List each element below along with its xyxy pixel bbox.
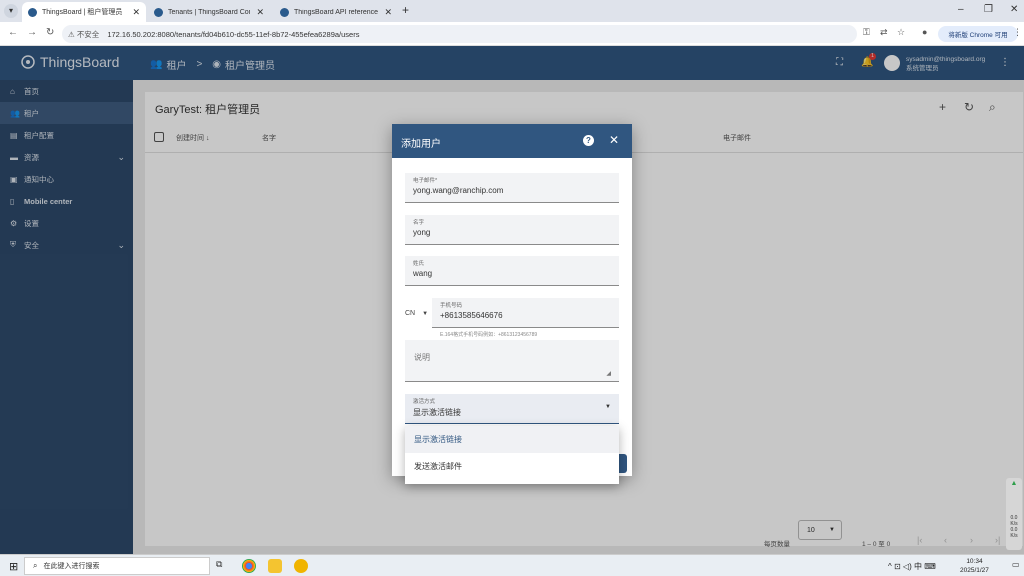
email-field[interactable]: 电子邮件* yong.wang@ranchip.com: [405, 173, 619, 203]
chrome-menu-icon[interactable]: ⋮: [1013, 27, 1022, 38]
notification-center-icon[interactable]: ▭: [1012, 560, 1020, 569]
back-arrow-icon[interactable]: ←: [8, 27, 18, 38]
thingsboard-favicon-icon: [28, 7, 37, 17]
close-icon[interactable]: ✕: [609, 133, 619, 147]
profile-icon[interactable]: ●: [922, 27, 927, 37]
taskbar-search[interactable]: ⌕ 在此键入进行搜索: [24, 557, 210, 575]
app-icon[interactable]: [294, 559, 308, 573]
dialog-header: 添加用户 ? ✕: [392, 124, 632, 158]
option-show-activation-link[interactable]: 显示激活链接: [405, 426, 619, 453]
upload-arrow-icon: ▲: [1010, 480, 1018, 487]
windows-start-icon[interactable]: ⊞: [9, 560, 18, 573]
forward-arrow-icon[interactable]: →: [27, 27, 37, 38]
first-name-field[interactable]: 名字 yong: [405, 215, 619, 245]
thingsboard-favicon-icon: [280, 7, 289, 17]
chevron-up-icon[interactable]: ^: [888, 562, 892, 571]
country-code-select[interactable]: CN ▼: [405, 310, 428, 317]
browser-tab-0[interactable]: ThingsBoard | 租户管理员 ✕: [22, 2, 146, 22]
minimize-button[interactable]: –: [958, 4, 964, 15]
option-send-activation-email[interactable]: 发送激活邮件: [405, 453, 619, 480]
thingsboard-favicon-icon: [154, 7, 163, 17]
tab-search-button[interactable]: ▾: [4, 4, 18, 18]
task-view-icon[interactable]: ⧉: [216, 559, 230, 573]
last-name-field[interactable]: 姓氏 wang: [405, 256, 619, 286]
ime-indicator[interactable]: 中: [914, 562, 922, 571]
network-speed-widget: ▲ 0.0 K/s 0.0 K/s: [1006, 478, 1022, 550]
network-icon[interactable]: ⊡: [894, 562, 901, 571]
keyboard-icon[interactable]: ⌨: [924, 562, 936, 571]
close-tab-icon[interactable]: ✕: [132, 7, 140, 18]
windows-taskbar: ⊞ ⌕ 在此键入进行搜索 ⧉ ^ ⊡ ◁) 中 ⌨ 10:34 2025/1/2…: [0, 554, 1024, 576]
activation-method-select[interactable]: 激活方式 显示激活链接 ▼: [405, 394, 619, 424]
file-explorer-icon[interactable]: [268, 559, 282, 573]
chrome-app-icon[interactable]: [242, 559, 256, 573]
dialog-title: 添加用户: [401, 139, 441, 150]
activation-method-options: 显示激活链接 发送激活邮件: [405, 426, 619, 484]
new-tab-button[interactable]: +: [402, 3, 409, 17]
search-icon: ⌕: [33, 561, 38, 570]
phone-field[interactable]: 手机号码 +8613585646676: [432, 298, 619, 328]
browser-tab-2[interactable]: ThingsBoard API reference | ✕: [274, 2, 398, 22]
dropdown-arrow-icon: ▼: [605, 404, 611, 410]
system-tray: ^ ⊡ ◁) 中 ⌨: [888, 561, 936, 572]
browser-toolbar: ← → ↻ ⚠ 不安全 172.16.50.202:8080/tenants/f…: [0, 22, 1024, 46]
add-button[interactable]: [619, 454, 627, 473]
not-secure-indicator[interactable]: ⚠ 不安全: [68, 29, 99, 40]
bookmark-star-icon[interactable]: ☆: [897, 27, 905, 38]
description-field[interactable]: 说明 ◢: [405, 340, 619, 382]
resize-handle-icon[interactable]: ◢: [606, 370, 611, 377]
close-tab-icon[interactable]: ✕: [256, 7, 264, 18]
window-close-button[interactable]: ✕: [1010, 4, 1018, 15]
volume-icon[interactable]: ◁): [903, 562, 912, 571]
browser-tab-bar: ▾ ThingsBoard | 租户管理员 ✕ Tenants | Things…: [0, 0, 1024, 22]
address-bar[interactable]: ⚠ 不安全 172.16.50.202:8080/tenants/fd04b61…: [62, 25, 857, 43]
help-icon[interactable]: ?: [583, 135, 594, 146]
browser-tab-1[interactable]: Tenants | ThingsBoard Comm ✕: [148, 2, 270, 22]
restore-button[interactable]: ❐: [984, 4, 993, 15]
taskbar-clock[interactable]: 10:34 2025/1/27: [960, 557, 989, 575]
url-text: 172.16.50.202:8080/tenants/fd04b610-dc55…: [107, 29, 360, 39]
dropdown-arrow-icon: ▼: [422, 311, 429, 317]
translate-icon[interactable]: ⇄: [880, 27, 888, 38]
chrome-update-button[interactable]: 将新版 Chrome 可用: [938, 26, 1018, 42]
reload-icon[interactable]: ↻: [46, 27, 54, 38]
key-icon[interactable]: ⚿: [863, 27, 870, 38]
phone-hint: E.164格式手机号码例如：+8613123456789: [440, 332, 538, 338]
close-tab-icon[interactable]: ✕: [384, 7, 392, 18]
